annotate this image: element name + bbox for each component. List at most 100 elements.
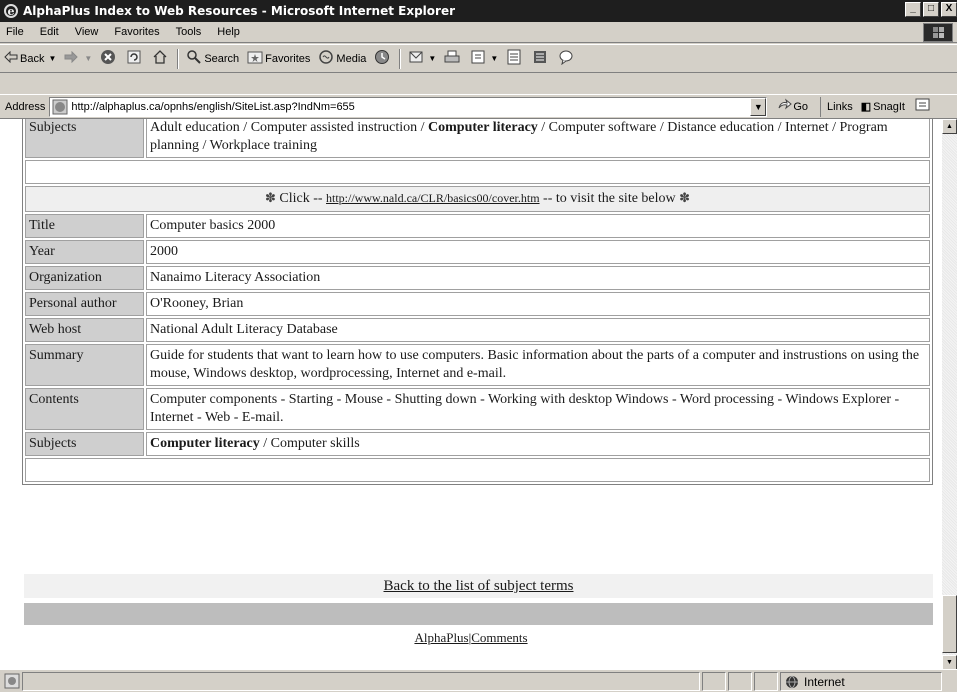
stop-button[interactable] <box>96 47 122 71</box>
search-icon <box>186 49 204 68</box>
table-row: Title Computer basics 2000 <box>25 214 930 238</box>
page-content: Subjects Adult education / Computer assi… <box>0 119 942 669</box>
snagit-icon: ◧ <box>860 101 872 113</box>
refresh-button[interactable] <box>122 47 148 71</box>
zone-label: Internet <box>804 674 845 689</box>
mail-button[interactable]: ▼ <box>404 47 440 71</box>
forward-arrow-icon <box>64 50 80 66</box>
field-label: Summary <box>25 344 144 386</box>
field-value: Adult education / Computer assisted inst… <box>146 119 930 158</box>
forward-button[interactable]: ▼ <box>60 47 96 71</box>
subjects-text: / Computer skills <box>259 436 360 451</box>
table-row: Web host National Adult Literacy Databas… <box>25 318 930 342</box>
close-button[interactable]: X <box>941 2 957 17</box>
menu-help[interactable]: Help <box>209 26 248 38</box>
field-value: Guide for students that want to learn ho… <box>146 344 930 386</box>
field-value: National Adult Literacy Database <box>146 318 930 342</box>
menu-bar: File Edit View Favorites Tools Help <box>0 22 957 43</box>
table-row: Subjects Adult education / Computer assi… <box>25 119 930 158</box>
table-row: Summary Guide for students that want to … <box>25 344 930 386</box>
stop-icon <box>100 49 118 68</box>
address-label: Address <box>5 100 46 113</box>
table-row: Year 2000 <box>25 240 930 264</box>
vertical-scrollbar[interactable]: ▲ ▼ <box>942 119 957 669</box>
favorites-button[interactable]: Favorites <box>243 47 314 71</box>
media-label: Media <box>336 52 367 65</box>
status-cell <box>702 672 726 691</box>
menu-tools[interactable]: Tools <box>168 26 210 38</box>
table-row: Organization Nanaimo Literacy Associatio… <box>25 266 930 290</box>
snagit-capture-icon[interactable] <box>915 97 931 116</box>
back-button[interactable]: Back ▼ <box>0 47 60 71</box>
resource-table: Subjects Adult education / Computer assi… <box>22 119 933 485</box>
messenger-button[interactable] <box>554 47 580 71</box>
print-button[interactable] <box>440 47 466 71</box>
home-button[interactable] <box>148 47 174 71</box>
toolbar-separator <box>177 48 180 69</box>
alphaplus-link[interactable]: AlphaPlus <box>414 630 468 645</box>
field-label: Title <box>25 214 144 238</box>
comments-link[interactable]: Comments <box>471 630 527 645</box>
toolbar-separator <box>399 48 402 69</box>
chevron-down-icon[interactable]: ▼ <box>750 97 767 116</box>
spacer-row <box>25 458 930 482</box>
status-cell <box>754 672 778 691</box>
chevron-down-icon: ▼ <box>48 54 57 63</box>
field-label: Subjects <box>25 432 144 456</box>
minimize-button[interactable]: _ <box>905 2 921 17</box>
page-icon <box>52 99 68 115</box>
media-button[interactable]: Media <box>314 47 370 71</box>
scroll-down-button[interactable]: ▼ <box>942 655 957 669</box>
research-button[interactable] <box>528 47 554 71</box>
menu-favorites[interactable]: Favorites <box>106 26 167 38</box>
field-label: Year <box>25 240 144 264</box>
menu-file[interactable]: File <box>0 26 32 38</box>
back-to-subjects-link[interactable]: Back to the list of subject terms <box>384 578 574 594</box>
toolbar: Back ▼ ▼ Search Favorites Media ▼ ▼ <box>0 44 957 73</box>
table-row <box>25 160 930 184</box>
site-url-link[interactable]: http://www.nald.ca/CLR/basics00/cover.ht… <box>326 191 540 205</box>
address-url: http://alphaplus.ca/opnhs/english/SiteLi… <box>71 100 355 113</box>
links-button[interactable]: Links <box>820 96 853 117</box>
table-row <box>25 458 930 482</box>
chevron-down-icon: ▼ <box>428 54 437 63</box>
chevron-down-icon: ▼ <box>84 54 93 63</box>
go-button[interactable]: Go <box>777 98 808 115</box>
refresh-icon <box>126 49 144 68</box>
scroll-up-button[interactable]: ▲ <box>942 119 957 134</box>
security-zone: Internet <box>780 672 942 691</box>
field-label: Web host <box>25 318 144 342</box>
status-cell <box>728 672 752 691</box>
history-button[interactable] <box>370 47 396 71</box>
menu-view[interactable]: View <box>67 26 107 38</box>
field-value: Computer basics 2000 <box>146 214 930 238</box>
scrollbar-thumb[interactable] <box>942 595 957 653</box>
windows-logo-icon <box>923 23 953 42</box>
table-row: Contents Computer components - Starting … <box>25 388 930 430</box>
address-input[interactable]: http://alphaplus.ca/opnhs/english/SiteLi… <box>49 96 768 117</box>
table-row: Personal author O'Rooney, Brian <box>25 292 930 316</box>
subjects-text: Adult education / Computer assisted inst… <box>150 120 429 135</box>
maximize-button[interactable]: □ <box>923 2 939 17</box>
spacer-row <box>25 160 930 184</box>
field-label: Subjects <box>25 119 144 158</box>
flower-icon: ✽ <box>679 190 691 205</box>
back-link-bar: Back to the list of subject terms <box>24 574 933 598</box>
menu-edit[interactable]: Edit <box>32 26 67 38</box>
table-row: ✽ Click -- http://www.nald.ca/CLR/basics… <box>25 186 930 212</box>
click-prefix: Click -- <box>279 191 327 206</box>
title-bar: e AlphaPlus Index to Web Resources - Mic… <box>0 0 957 22</box>
page-viewport: Subjects Adult education / Computer assi… <box>0 118 957 669</box>
flower-icon: ✽ <box>264 190 276 205</box>
page-status-icon <box>4 673 20 692</box>
subject-term-bold: Computer literacy <box>428 120 538 135</box>
mail-icon <box>408 49 428 68</box>
window-title: AlphaPlus Index to Web Resources - Micro… <box>23 4 455 18</box>
snagit-button[interactable]: ◧ SnagIt <box>860 100 905 114</box>
go-label: Go <box>793 100 809 113</box>
search-button[interactable]: Search <box>182 47 243 71</box>
edit-button[interactable]: ▼ <box>466 47 502 71</box>
subject-term-bold: Computer literacy <box>150 436 260 451</box>
discuss-button[interactable] <box>502 47 528 71</box>
messenger-icon <box>558 49 576 68</box>
